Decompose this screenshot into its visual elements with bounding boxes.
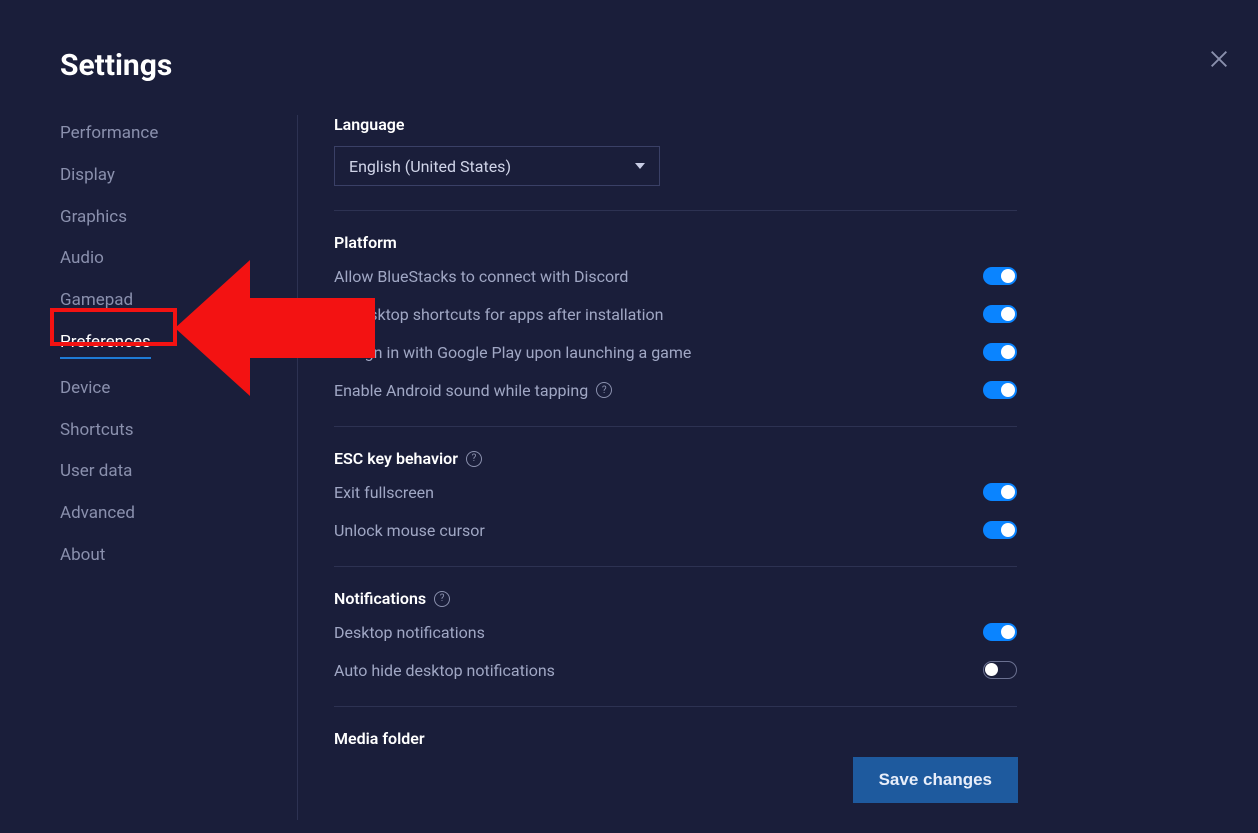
content-panel: Language English (United States) Platfor… xyxy=(297,115,1017,820)
row-label: Unlock mouse cursor xyxy=(334,521,485,540)
toggle-android-sound[interactable] xyxy=(983,381,1017,399)
platform-row-google-play: or sign in with Google Play upon launchi… xyxy=(334,340,1017,364)
chevron-down-icon xyxy=(635,163,645,169)
sidebar-item-gamepad[interactable]: Gamepad xyxy=(60,290,133,310)
toggle-autohide-notifications[interactable] xyxy=(983,661,1017,679)
esc-heading: ESC key behavior ? xyxy=(334,449,1017,468)
row-label: Allow BlueStacks to connect with Discord xyxy=(334,267,628,286)
toggle-google-play[interactable] xyxy=(983,343,1017,361)
sidebar-item-about[interactable]: About xyxy=(60,545,105,565)
language-selected: English (United States) xyxy=(349,157,511,176)
row-label: Enable Android sound while tapping ? xyxy=(334,381,612,400)
sidebar-item-device[interactable]: Device xyxy=(60,378,110,398)
notifications-heading: Notifications ? xyxy=(334,589,1017,608)
sidebar-item-shortcuts[interactable]: Shortcuts xyxy=(60,420,134,440)
sidebar-item-display[interactable]: Display xyxy=(60,165,115,185)
page-title: Settings xyxy=(60,48,172,83)
sidebar-item-performance[interactable]: Performance xyxy=(60,123,158,143)
sidebar-item-advanced[interactable]: Advanced xyxy=(60,503,135,523)
save-changes-button[interactable]: Save changes xyxy=(853,757,1018,803)
help-icon[interactable]: ? xyxy=(596,382,612,398)
toggle-desktop-notifications[interactable] xyxy=(983,623,1017,641)
help-icon[interactable]: ? xyxy=(434,591,450,607)
notif-row-desktop: Desktop notifications xyxy=(334,620,1017,644)
divider xyxy=(334,566,1017,567)
row-label: Auto hide desktop notifications xyxy=(334,661,555,680)
row-label: te desktop shortcuts for apps after inst… xyxy=(334,305,663,324)
divider xyxy=(334,426,1017,427)
esc-row-unlock-mouse: Unlock mouse cursor xyxy=(334,518,1017,542)
toggle-exit-fullscreen[interactable] xyxy=(983,483,1017,501)
language-dropdown[interactable]: English (United States) xyxy=(334,146,660,186)
row-label: Exit fullscreen xyxy=(334,483,434,502)
platform-heading: Platform xyxy=(334,233,1017,252)
sidebar: Performance Display Graphics Audio Gamep… xyxy=(60,122,240,568)
row-label: Desktop notifications xyxy=(334,623,485,642)
divider xyxy=(334,210,1017,211)
help-icon[interactable]: ? xyxy=(466,451,482,467)
divider xyxy=(334,706,1017,707)
sidebar-item-audio[interactable]: Audio xyxy=(60,248,104,268)
language-heading: Language xyxy=(334,115,1017,134)
media-folder-heading: Media folder xyxy=(334,729,1017,748)
toggle-unlock-mouse[interactable] xyxy=(983,521,1017,539)
sidebar-item-graphics[interactable]: Graphics xyxy=(60,207,127,227)
platform-row-android-sound: Enable Android sound while tapping ? xyxy=(334,378,1017,402)
esc-row-exit-fullscreen: Exit fullscreen xyxy=(334,480,1017,504)
sidebar-item-preferences[interactable]: Preferences xyxy=(60,331,151,359)
platform-row-shortcuts: te desktop shortcuts for apps after inst… xyxy=(334,302,1017,326)
sidebar-item-user-data[interactable]: User data xyxy=(60,461,132,481)
platform-row-discord: Allow BlueStacks to connect with Discord xyxy=(334,264,1017,288)
notif-row-autohide: Auto hide desktop notifications xyxy=(334,658,1017,682)
toggle-desktop-shortcuts[interactable] xyxy=(983,305,1017,323)
row-label: or sign in with Google Play upon launchi… xyxy=(334,343,691,362)
toggle-discord[interactable] xyxy=(983,267,1017,285)
close-icon[interactable] xyxy=(1208,48,1230,70)
